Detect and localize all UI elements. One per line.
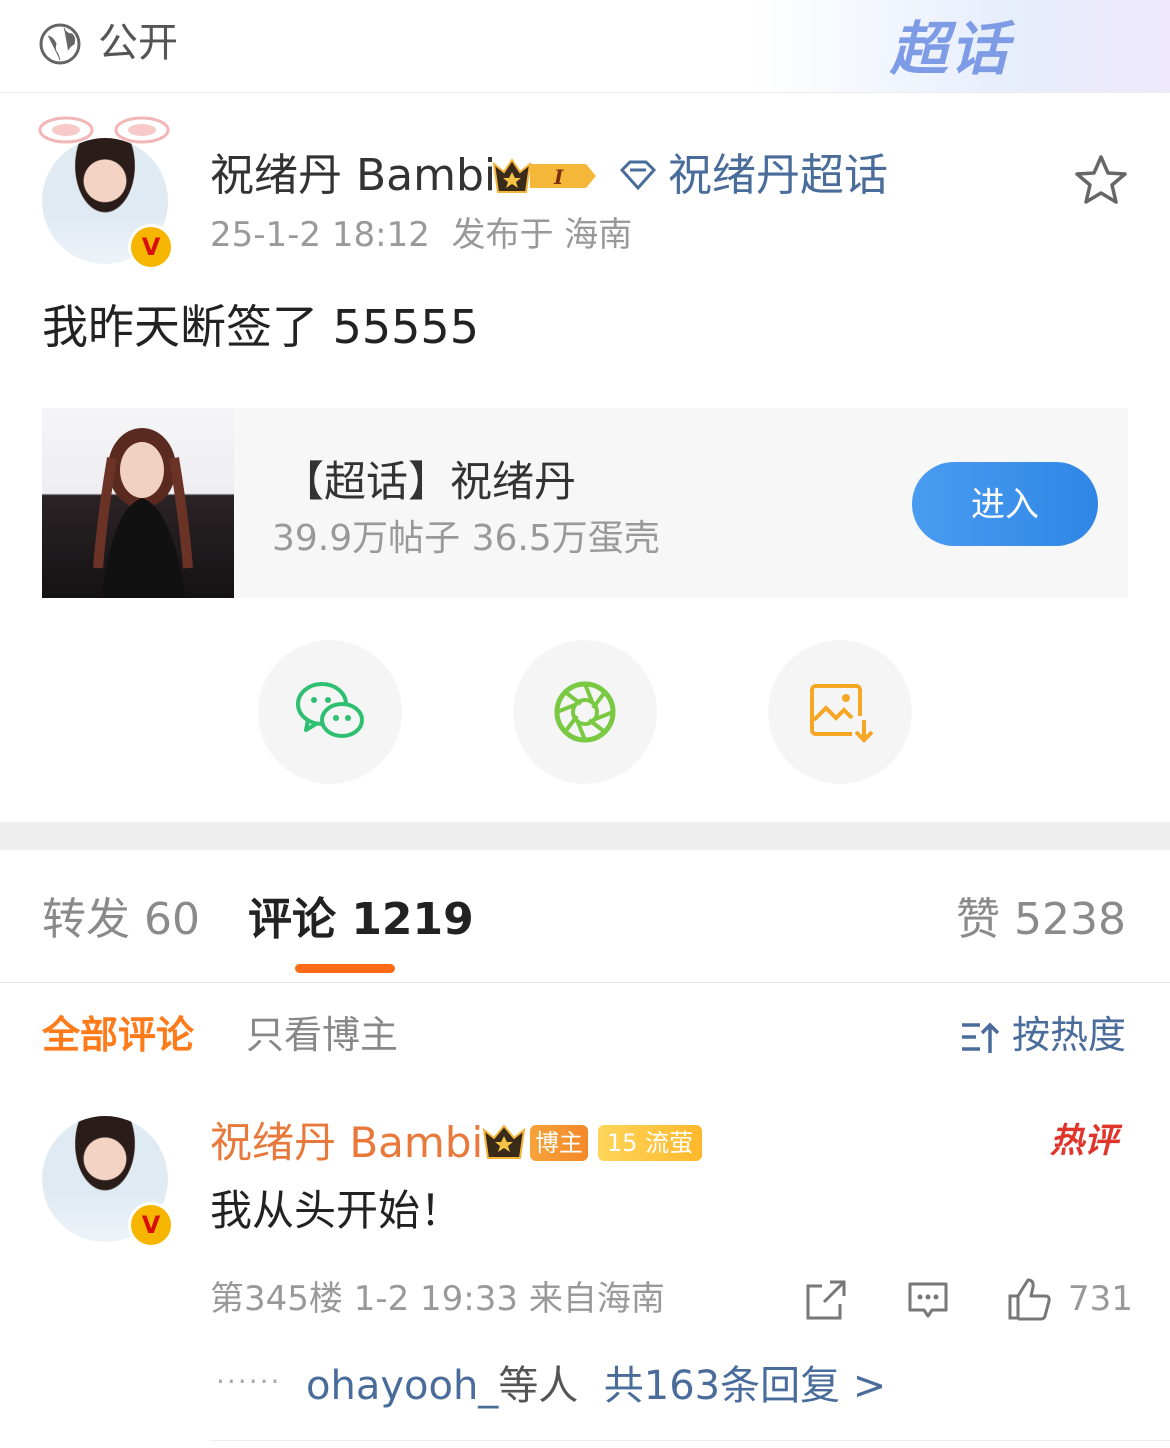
supertopic-logo: 超话	[890, 15, 1011, 83]
sort-icon	[961, 1022, 1000, 1053]
post-meta: 25-1-2 18:12 发布于 海南	[210, 212, 632, 258]
tabs-divider	[0, 982, 1170, 983]
supertopic-title: 【超话】祝绪丹	[282, 457, 577, 506]
diamond-icon	[619, 160, 657, 191]
wechat-icon	[296, 682, 364, 738]
verified-badge-icon: V	[128, 224, 174, 270]
section-divider	[0, 822, 1170, 850]
reply-count-link[interactable]: 共163条回复 >	[604, 1363, 887, 1409]
host-tag: 博主	[530, 1125, 588, 1161]
save-image-button[interactable]	[768, 640, 912, 784]
verified-badge-icon: V	[128, 1202, 174, 1248]
reply-dots: ······	[216, 1365, 282, 1398]
post-location: 发布于 海南	[451, 215, 633, 255]
tab-like[interactable]: 赞 5238	[956, 892, 1126, 948]
post-time: 25-1-2 18:12	[210, 215, 430, 255]
supertopic-card[interactable]: 【超话】祝绪丹 39.9万帖子 36.5万蛋壳 进入	[42, 408, 1128, 598]
fan-level-name: 流萤	[645, 1129, 694, 1157]
enter-button[interactable]: 进入	[912, 462, 1098, 546]
supertopic-cover-image	[42, 408, 234, 598]
view-replies-link[interactable]: ohayooh_等人 共163条回复 >	[306, 1360, 886, 1412]
globe-icon	[39, 23, 81, 65]
comment-text: 我从头开始！	[210, 1186, 463, 1235]
crown-level-icon: I	[492, 158, 596, 193]
filter-all-comments[interactable]: 全部评论	[42, 1010, 194, 1060]
fan-level-number: 15	[606, 1129, 638, 1157]
post-text: 我昨天断签了 55555	[42, 300, 479, 354]
sort-button[interactable]: 按热度	[960, 1010, 1126, 1060]
active-tab-indicator	[295, 964, 395, 973]
author-name[interactable]: 祝绪丹 Bambi	[210, 148, 496, 204]
comment-meta: 第345楼 1-2 19:33 来自海南	[210, 1279, 665, 1319]
reply-users[interactable]: ohayooh_	[306, 1363, 498, 1409]
star-icon[interactable]	[1072, 152, 1130, 210]
reply-mid-text: 等人	[498, 1363, 579, 1409]
comment-like-count: 731	[1068, 1279, 1133, 1319]
comment-icon[interactable]	[906, 1278, 950, 1322]
filter-host-only[interactable]: 只看博主	[246, 1010, 398, 1060]
sort-label: 按热度	[1011, 1013, 1126, 1057]
hot-comment-badge: 热评	[1050, 1121, 1118, 1161]
svg-text:I: I	[553, 165, 564, 189]
save-image-icon	[810, 684, 874, 743]
fan-level-tag: 15 流萤	[598, 1125, 702, 1161]
commenter-name[interactable]: 祝绪丹 Bambi	[210, 1116, 483, 1170]
share-wechat-button[interactable]	[258, 640, 402, 784]
moments-icon	[554, 681, 616, 743]
repost-icon[interactable]	[804, 1278, 848, 1322]
comment-divider	[210, 1440, 1170, 1441]
thumbs-up-icon[interactable]	[1006, 1276, 1054, 1322]
visibility-label[interactable]: 公开	[98, 18, 178, 68]
tab-comment[interactable]: 评论 1219	[248, 892, 474, 948]
supertopic-stats: 39.9万帖子 36.5万蛋壳	[272, 518, 660, 559]
supertopic-link[interactable]: 祝绪丹超话	[668, 148, 888, 204]
share-moments-button[interactable]	[513, 640, 657, 784]
crown-icon	[482, 1124, 526, 1159]
tab-repost[interactable]: 转发 60	[42, 892, 200, 948]
